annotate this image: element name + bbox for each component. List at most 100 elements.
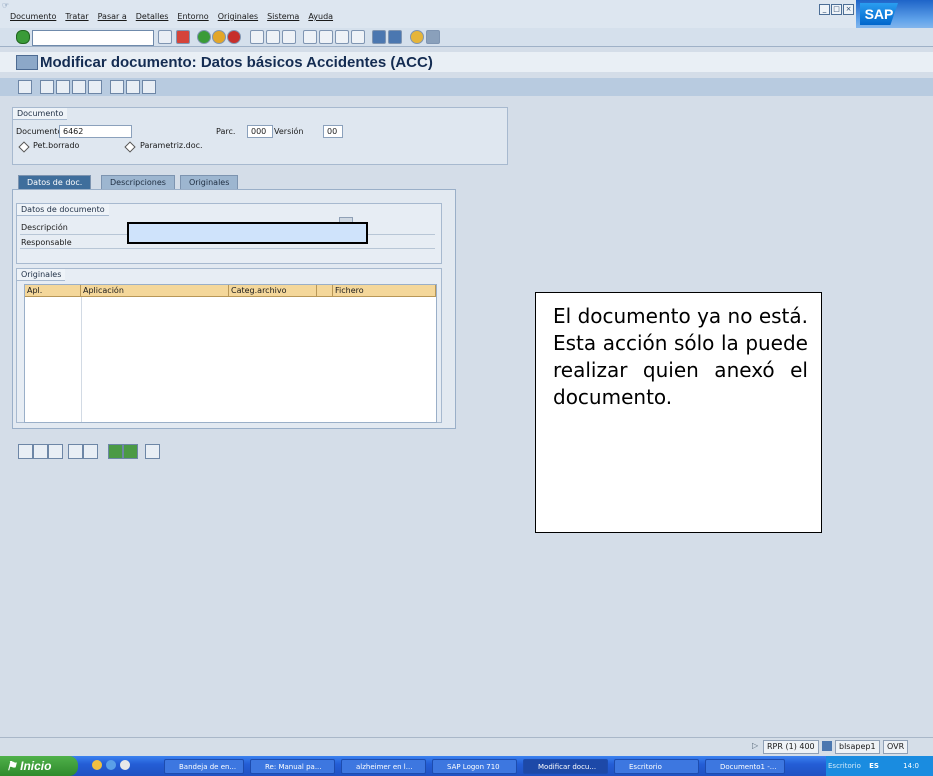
tab-descripciones[interactable]: Descripciones xyxy=(101,175,175,190)
find-icon[interactable] xyxy=(266,30,280,44)
binoculars-icon[interactable] xyxy=(88,80,102,94)
menu-bar: ☞ Documento Tratar Pasar a Detalles Ento… xyxy=(0,0,933,28)
display-change-icon[interactable] xyxy=(18,80,32,94)
system-info[interactable]: RPR (1) 400 xyxy=(763,740,819,754)
menu-sistema[interactable]: Sistema xyxy=(267,12,299,26)
display-original-icon[interactable] xyxy=(48,444,63,459)
ie-icon[interactable] xyxy=(106,760,116,770)
menu-detalles[interactable]: Detalles xyxy=(136,12,169,26)
task-documento1[interactable]: Documento1 -... xyxy=(705,759,785,774)
task-alzheimer[interactable]: alzheimer en l... xyxy=(341,759,426,774)
history-icon[interactable] xyxy=(158,30,172,44)
sap-menu-icon[interactable]: ☞ xyxy=(2,1,12,10)
menu-entorno[interactable]: Entorno xyxy=(177,12,208,26)
menu-originales[interactable]: Originales xyxy=(218,12,258,26)
task-bandeja[interactable]: Bandeja de en... xyxy=(164,759,244,774)
annotation-text: El documento ya no está. Esta acción sól… xyxy=(553,304,808,409)
new-session-icon[interactable] xyxy=(372,30,386,44)
originales-title: Originales xyxy=(17,269,66,281)
new-original-icon[interactable] xyxy=(68,444,83,459)
language-indicator[interactable]: ES xyxy=(869,762,879,770)
version-field[interactable]: 00 xyxy=(323,125,343,138)
column-apl[interactable]: Apl. xyxy=(25,285,81,297)
start-label: Inicio xyxy=(20,759,52,773)
datos-documento-title: Datos de documento xyxy=(17,204,109,216)
status-triangle-icon[interactable]: ▷ xyxy=(752,741,758,750)
redacted-field[interactable] xyxy=(127,222,368,244)
tab-originales[interactable]: Originales xyxy=(180,175,239,190)
new-document-icon[interactable] xyxy=(40,80,54,94)
check-out-icon[interactable] xyxy=(123,444,138,459)
close-icon[interactable]: × xyxy=(843,4,854,15)
task-modificar[interactable]: Modificar docu... xyxy=(523,759,608,774)
open-original-icon[interactable] xyxy=(83,444,98,459)
annotation-callout: El documento ya no está. Esta acción sól… xyxy=(535,292,822,533)
structure-icon[interactable] xyxy=(126,80,140,94)
link-icon[interactable] xyxy=(72,80,86,94)
menu-pasar-a[interactable]: Pasar a xyxy=(98,12,127,26)
input-mode[interactable]: OVR xyxy=(883,740,909,754)
create-original-icon[interactable] xyxy=(18,444,33,459)
server-name: blsapep1 xyxy=(835,740,880,754)
column-blank[interactable] xyxy=(317,285,333,297)
menu-tratar[interactable]: Tratar xyxy=(65,12,88,26)
last-page-icon[interactable] xyxy=(351,30,365,44)
documento-field[interactable]: 6462 xyxy=(59,125,132,138)
cancel-icon[interactable] xyxy=(227,30,241,44)
menu-documento[interactable]: Documento xyxy=(10,12,56,26)
minimize-icon[interactable]: _ xyxy=(819,4,830,15)
layout-menu-icon[interactable] xyxy=(426,30,440,44)
tab-datos-de-doc[interactable]: Datos de doc. xyxy=(18,175,92,190)
task-escritorio[interactable]: Escritorio xyxy=(614,759,699,774)
start-button[interactable]: ⚑ Inicio xyxy=(0,756,78,776)
status-bar: ▷ RPR (1) 400 blsapep1 OVR xyxy=(0,737,933,756)
previous-page-icon[interactable] xyxy=(319,30,333,44)
clock: 14:0 xyxy=(903,762,919,770)
quicklaunch-icon[interactable] xyxy=(92,760,102,770)
column-divider xyxy=(81,297,82,422)
enter-icon[interactable] xyxy=(16,30,30,44)
media-icon[interactable] xyxy=(120,760,130,770)
find-next-icon[interactable] xyxy=(282,30,296,44)
parc-label: Parc. xyxy=(216,127,236,136)
title-bar: Modificar documento: Datos básicos Accid… xyxy=(0,52,933,72)
task-sap-logon[interactable]: SAP Logon 710 xyxy=(432,759,517,774)
copy-document-icon[interactable] xyxy=(56,80,70,94)
document-group-title: Documento xyxy=(13,108,68,120)
first-page-icon[interactable] xyxy=(303,30,317,44)
exit-icon[interactable] xyxy=(212,30,226,44)
task-manual[interactable]: Re: Manual pa... xyxy=(250,759,335,774)
maximize-icon[interactable]: □ xyxy=(831,4,842,15)
originales-table: Apl. Aplicación Categ.archivo Fichero xyxy=(24,284,437,423)
column-aplicacion[interactable]: Aplicación xyxy=(81,285,229,297)
delete-icon[interactable] xyxy=(145,444,160,459)
menu-ayuda[interactable]: Ayuda xyxy=(308,12,333,26)
tray-toolbar-label[interactable]: Escritorio xyxy=(828,762,861,770)
windows-flag-icon: ⚑ xyxy=(6,759,17,773)
shortcut-icon[interactable] xyxy=(388,30,402,44)
system-list-icon[interactable] xyxy=(822,741,832,751)
system-tray: Escritorio ES 14:0 xyxy=(826,756,933,776)
back-icon[interactable] xyxy=(197,30,211,44)
save-icon[interactable] xyxy=(176,30,190,44)
hierarchy-icon[interactable] xyxy=(142,80,156,94)
documento-label: Documento xyxy=(16,127,63,136)
descripcion-label: Descripción xyxy=(21,223,68,232)
edit-original-icon[interactable] xyxy=(33,444,48,459)
page-title: Modificar documento: Datos básicos Accid… xyxy=(40,54,433,71)
column-fichero[interactable]: Fichero xyxy=(333,285,436,297)
parc-field[interactable]: 000 xyxy=(247,125,273,138)
responsable-label: Responsable xyxy=(21,238,72,247)
parametriz-label: Parametriz.doc. xyxy=(140,141,203,150)
print-icon[interactable] xyxy=(250,30,264,44)
version-label: Versión xyxy=(274,127,304,136)
display-object-icon[interactable] xyxy=(110,80,124,94)
divider xyxy=(20,248,435,249)
help-icon[interactable] xyxy=(410,30,424,44)
column-categ-archivo[interactable]: Categ.archivo xyxy=(229,285,317,297)
next-page-icon[interactable] xyxy=(335,30,349,44)
sap-logo-text: SAP xyxy=(860,3,898,25)
check-in-icon[interactable] xyxy=(108,444,123,459)
menu-items: Documento Tratar Pasar a Detalles Entorn… xyxy=(10,12,333,26)
command-field[interactable] xyxy=(32,30,154,46)
